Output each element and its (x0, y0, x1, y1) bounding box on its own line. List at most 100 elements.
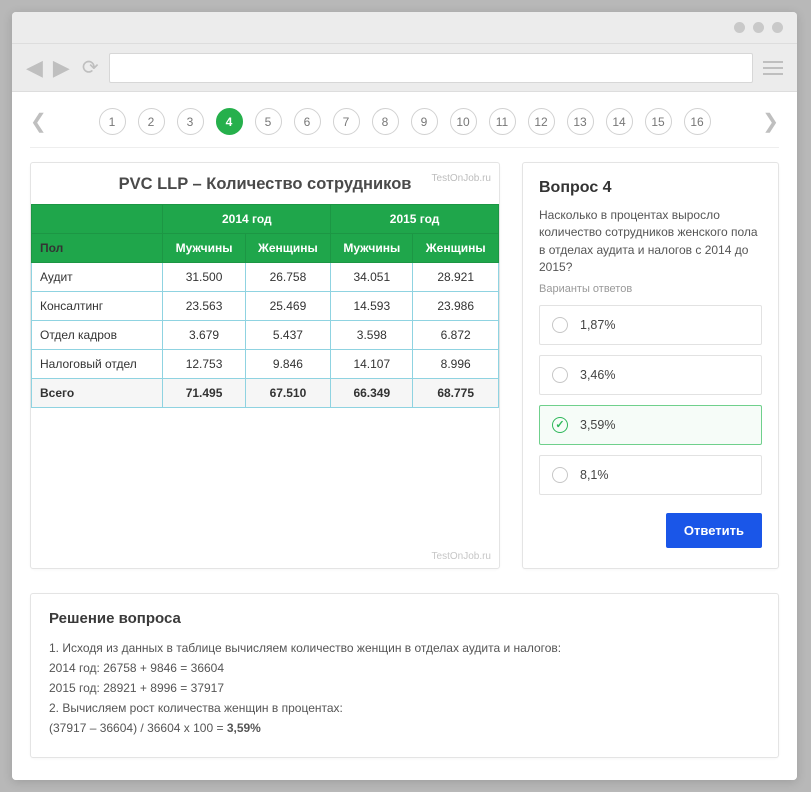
watermark-top: TestOnJob.ru (432, 173, 491, 184)
step-14[interactable]: 14 (606, 108, 633, 135)
options-label: Варианты ответов (539, 283, 762, 295)
step-10[interactable]: 10 (450, 108, 477, 135)
solution-line: 2015 год: 28921 + 8996 = 37917 (49, 679, 760, 697)
cell: 67.510 (245, 379, 331, 408)
title-bar (12, 12, 797, 44)
table-row: Отдел кадров3.6795.4373.5986.872 (32, 321, 499, 350)
row-label: Аудит (32, 263, 163, 292)
radio-icon (552, 317, 568, 333)
cell: 28.921 (413, 263, 499, 292)
step-4[interactable]: 4 (216, 108, 243, 135)
men-2014-header: Мужчины (163, 234, 245, 263)
menu-icon[interactable] (763, 61, 783, 75)
forward-arrow-icon[interactable]: ▶ (53, 55, 70, 81)
solution-result-value: 3,59% (227, 721, 261, 735)
option-label: 3,59% (580, 418, 615, 432)
women-2015-header: Женщины (413, 234, 499, 263)
step-8[interactable]: 8 (372, 108, 399, 135)
url-input[interactable] (109, 53, 753, 83)
cell: 14.107 (331, 350, 413, 379)
cell: 23.986 (413, 292, 499, 321)
step-7[interactable]: 7 (333, 108, 360, 135)
step-9[interactable]: 9 (411, 108, 438, 135)
row-label: Отдел кадров (32, 321, 163, 350)
year-b-header: 2015 год (331, 205, 499, 234)
cell: 23.563 (163, 292, 245, 321)
question-text: Насколько в процентах выросло количество… (539, 207, 762, 277)
table-row: Аудит31.50026.75834.05128.921 (32, 263, 499, 292)
option-label: 3,46% (580, 368, 615, 382)
question-pagination: ❮ 12345678910111213141516 ❯ (30, 104, 779, 148)
step-2[interactable]: 2 (138, 108, 165, 135)
solution-card: Решение вопроса 1. Исходя из данных в та… (30, 593, 779, 758)
cell: 3.598 (331, 321, 413, 350)
next-page-icon[interactable]: ❯ (762, 109, 779, 134)
data-table-card: TestOnJob.ru PVC LLP – Количество сотруд… (30, 162, 500, 569)
cell: 68.775 (413, 379, 499, 408)
browser-window: ◀ ▶ ⟳ ❮ 12345678910111213141516 ❯ TestOn… (12, 12, 797, 780)
women-2014-header: Женщины (245, 234, 331, 263)
window-control-dot[interactable] (734, 22, 745, 33)
solution-heading: Решение вопроса (49, 610, 760, 627)
cell: 3.679 (163, 321, 245, 350)
option-label: 8,1% (580, 468, 609, 482)
cell: 9.846 (245, 350, 331, 379)
answer-option[interactable]: 8,1% (539, 455, 762, 495)
reload-icon[interactable]: ⟳ (82, 55, 99, 80)
year-a-header: 2014 год (163, 205, 331, 234)
row-label: Налоговый отдел (32, 350, 163, 379)
cell: 5.437 (245, 321, 331, 350)
row-label: Консалтинг (32, 292, 163, 321)
step-3[interactable]: 3 (177, 108, 204, 135)
employee-table: 2014 год 2015 год Пол Мужчины Женщины Му… (31, 204, 499, 408)
table-row: Консалтинг23.56325.46914.59323.986 (32, 292, 499, 321)
solution-line: 2. Вычисляем рост количества женщин в пр… (49, 699, 760, 717)
solution-line: 2014 год: 26758 + 9846 = 36604 (49, 659, 760, 677)
option-label: 1,87% (580, 318, 615, 332)
answer-option[interactable]: 3,46% (539, 355, 762, 395)
step-5[interactable]: 5 (255, 108, 282, 135)
solution-body: 1. Исходя из данных в таблице вычисляем … (49, 639, 760, 737)
step-15[interactable]: 15 (645, 108, 672, 135)
cell: 8.996 (413, 350, 499, 379)
step-6[interactable]: 6 (294, 108, 321, 135)
cell: 14.593 (331, 292, 413, 321)
solution-result-prefix: (37917 – 36604) / 36604 x 100 = (49, 721, 227, 735)
back-arrow-icon[interactable]: ◀ (26, 55, 43, 81)
solution-line: (37917 – 36604) / 36604 x 100 = 3,59% (49, 719, 760, 737)
step-13[interactable]: 13 (567, 108, 594, 135)
answer-option[interactable]: 3,59% (539, 405, 762, 445)
radio-icon (552, 367, 568, 383)
radio-icon (552, 467, 568, 483)
cell: 6.872 (413, 321, 499, 350)
step-11[interactable]: 11 (489, 108, 516, 135)
step-1[interactable]: 1 (99, 108, 126, 135)
prev-page-icon[interactable]: ❮ (30, 109, 47, 134)
question-card: Вопрос 4 Насколько в процентах выросло к… (522, 162, 779, 569)
step-12[interactable]: 12 (528, 108, 555, 135)
submit-button[interactable]: Ответить (666, 513, 762, 548)
cell: 71.495 (163, 379, 245, 408)
cell: 34.051 (331, 263, 413, 292)
step-16[interactable]: 16 (684, 108, 711, 135)
cell: 26.758 (245, 263, 331, 292)
cell: 12.753 (163, 350, 245, 379)
table-total-row: Всего71.49567.51066.34968.775 (32, 379, 499, 408)
answer-option[interactable]: 1,87% (539, 305, 762, 345)
solution-line: 1. Исходя из данных в таблице вычисляем … (49, 639, 760, 657)
cell: 31.500 (163, 263, 245, 292)
gender-col-header: Пол (32, 234, 163, 263)
men-2015-header: Мужчины (331, 234, 413, 263)
cell: 66.349 (331, 379, 413, 408)
window-control-dot[interactable] (772, 22, 783, 33)
total-label: Всего (32, 379, 163, 408)
table-title: PVC LLP – Количество сотрудников (31, 163, 499, 204)
window-control-dot[interactable] (753, 22, 764, 33)
question-heading: Вопрос 4 (539, 179, 762, 197)
table-corner-cell (32, 205, 163, 234)
table-row: Налоговый отдел12.7539.84614.1078.996 (32, 350, 499, 379)
cell: 25.469 (245, 292, 331, 321)
address-bar: ◀ ▶ ⟳ (12, 44, 797, 92)
page-content: ❮ 12345678910111213141516 ❯ TestOnJob.ru… (12, 92, 797, 780)
radio-icon (552, 417, 568, 433)
